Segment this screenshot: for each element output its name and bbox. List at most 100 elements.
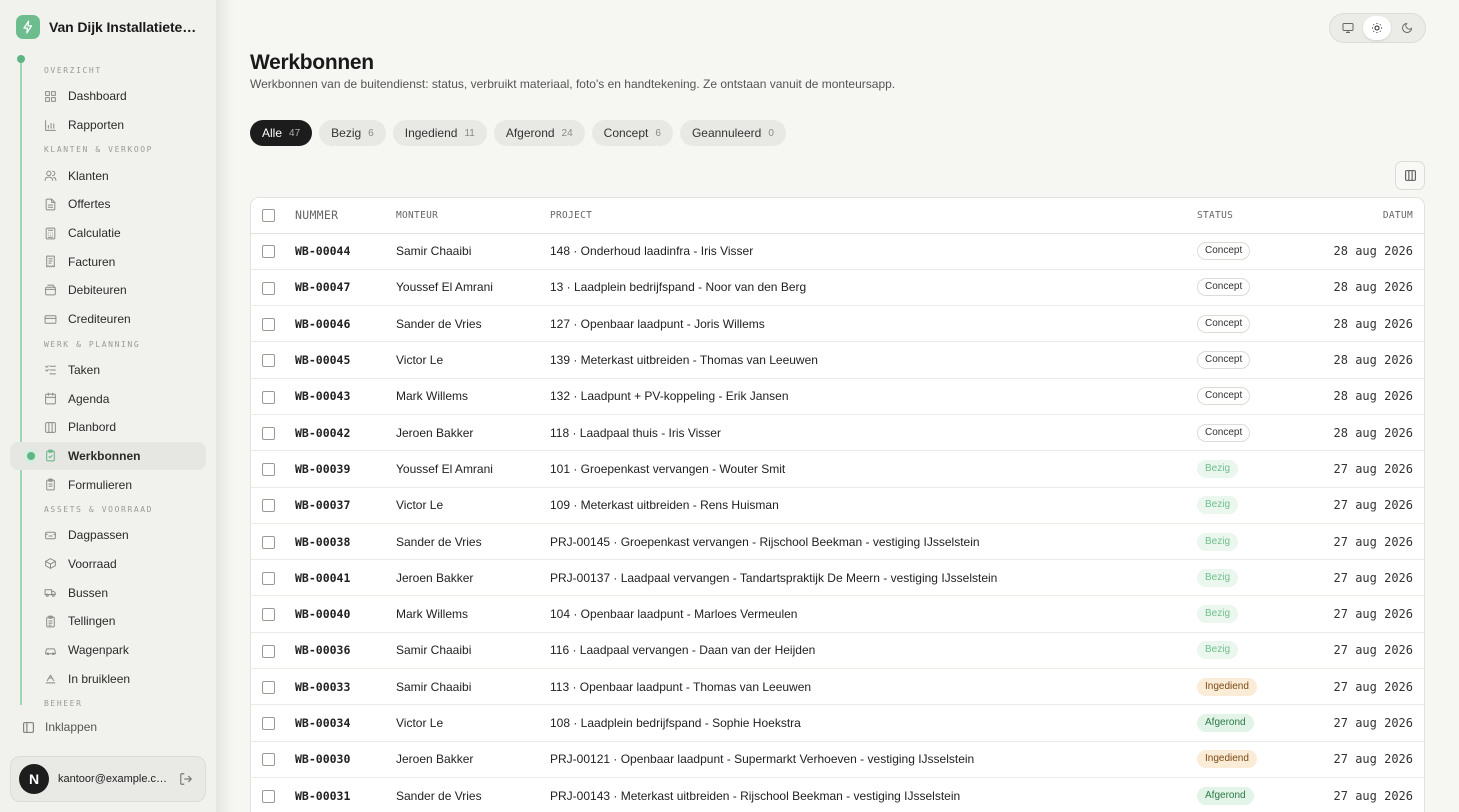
nummer-cell[interactable]: WB-00043 bbox=[295, 378, 396, 414]
table-row[interactable]: WB-00030 Jeroen Bakker PRJ-00121 · Openbaa… bbox=[251, 741, 1424, 778]
table-row[interactable]: WB-00031 Sander de Vries PRJ-00143 · Meter… bbox=[251, 777, 1424, 812]
col-project[interactable]: PROJECT bbox=[550, 198, 1197, 234]
sidebar-item-in-bruikleen[interactable]: In bruikleen bbox=[0, 664, 216, 693]
status-badge: Ingediend bbox=[1197, 750, 1257, 769]
collapse-button[interactable]: Inklappen bbox=[22, 720, 97, 734]
table-row[interactable]: WB-00047 Youssef El Amrani 13 · Laadplein … bbox=[251, 269, 1424, 306]
table-row[interactable]: WB-00038 Sander de Vries PRJ-00145 · Groep… bbox=[251, 523, 1424, 560]
nummer-cell[interactable]: WB-00044 bbox=[295, 233, 396, 269]
row-checkbox[interactable] bbox=[262, 390, 275, 404]
tab-afgerond[interactable]: Afgerond 24 bbox=[493, 120, 585, 146]
sidebar-item-rapporten[interactable]: Rapporten bbox=[0, 111, 216, 140]
table-row[interactable]: WB-00034 Victor Le 108 · Laadplein bedrijf… bbox=[251, 705, 1424, 742]
table-row[interactable]: WB-00033 Samir Chaaibi 113 · Openbaar laad… bbox=[251, 669, 1424, 705]
col-monteur[interactable]: MONTEUR bbox=[396, 198, 550, 234]
nummer-cell[interactable]: WB-00033 bbox=[295, 669, 396, 705]
row-checkbox[interactable] bbox=[262, 281, 275, 295]
monitor-icon[interactable] bbox=[1334, 16, 1362, 40]
sidebar-item-dagpassen[interactable]: Dagpassen bbox=[0, 521, 216, 550]
table-row[interactable]: WB-00041 Jeroen Bakker PRJ-00137 · Laadpaa… bbox=[251, 560, 1424, 596]
row-checkbox[interactable] bbox=[262, 680, 275, 694]
table-row[interactable]: WB-00044 Samir Chaaibi 148 · Onderhoud laa… bbox=[251, 233, 1424, 270]
table-row[interactable]: WB-00036 Samir Chaaibi 116 · Laadpaal verv… bbox=[251, 632, 1424, 669]
row-checkbox[interactable] bbox=[262, 608, 275, 622]
invoice-icon bbox=[44, 255, 57, 268]
table-row[interactable]: WB-00045 Victor Le 139 · Meterkast uitbrei… bbox=[251, 342, 1424, 379]
row-checkbox[interactable] bbox=[262, 789, 275, 803]
status-cell: Concept bbox=[1197, 414, 1307, 450]
nummer-cell[interactable]: WB-00041 bbox=[295, 560, 396, 596]
table-row[interactable]: WB-00042 Jeroen Bakker 118 · Laadpaal thui… bbox=[251, 414, 1424, 451]
nummer-cell[interactable]: WB-00040 bbox=[295, 596, 396, 632]
tab-concept[interactable]: Concept 6 bbox=[591, 120, 673, 146]
nummer-cell[interactable]: WB-00046 bbox=[295, 306, 396, 342]
nummer-cell[interactable]: WB-00036 bbox=[295, 632, 396, 668]
tab-bezig[interactable]: Bezig 6 bbox=[319, 120, 386, 146]
table-row[interactable]: WB-00046 Sander de Vries 127 · Openbaar la… bbox=[251, 306, 1424, 342]
row-checkbox[interactable] bbox=[262, 717, 275, 731]
sidebar-item-crediteuren[interactable]: Crediteuren bbox=[0, 305, 216, 334]
nummer-cell[interactable]: WB-00045 bbox=[295, 342, 396, 378]
tab-alle[interactable]: Alle 47 bbox=[250, 120, 313, 146]
nummer-cell[interactable]: WB-00037 bbox=[295, 487, 396, 523]
sidebar-item-calculatie[interactable]: Calculatie bbox=[0, 219, 216, 248]
columns-button[interactable] bbox=[1395, 161, 1425, 190]
table-row[interactable]: WB-00037 Victor Le 109 · Meterkast uitbrei… bbox=[251, 487, 1424, 524]
form-icon bbox=[44, 478, 57, 491]
col-status[interactable]: STATUS bbox=[1197, 198, 1307, 234]
sidebar-item-klanten[interactable]: Klanten bbox=[0, 161, 216, 190]
sun-icon[interactable] bbox=[1363, 16, 1392, 40]
sidebar-item-tellingen[interactable]: Tellingen bbox=[0, 607, 216, 636]
card-icon bbox=[44, 313, 57, 326]
select-all-checkbox[interactable] bbox=[262, 208, 275, 222]
brand[interactable]: Van Dijk Installatietechniek bbox=[16, 15, 199, 39]
row-checkbox[interactable] bbox=[262, 571, 275, 585]
table-row[interactable]: WB-00039 Youssef El Amrani 101 · Groepenka… bbox=[251, 451, 1424, 488]
monteur-cell: Jeroen Bakker bbox=[396, 752, 474, 767]
row-checkbox[interactable] bbox=[262, 426, 275, 440]
tab-ingediend[interactable]: Ingediend 11 bbox=[392, 120, 487, 146]
nummer-cell[interactable]: WB-00034 bbox=[295, 705, 396, 741]
moon-icon[interactable] bbox=[1393, 16, 1421, 40]
status-badge: Concept bbox=[1197, 387, 1251, 406]
row-checkbox[interactable] bbox=[262, 463, 275, 477]
row-checkbox[interactable] bbox=[262, 535, 275, 549]
logout-icon[interactable] bbox=[179, 772, 193, 786]
row-checkbox[interactable] bbox=[262, 245, 275, 259]
nummer-cell[interactable]: WB-00031 bbox=[295, 777, 396, 812]
col-datum[interactable]: DATUM bbox=[1307, 198, 1424, 234]
status-badge: Afgerond bbox=[1197, 714, 1254, 732]
sidebar-item-planbord[interactable]: Planbord bbox=[0, 413, 216, 442]
sidebar-item-agenda[interactable]: Agenda bbox=[0, 384, 216, 413]
sidebar-item-debiteuren[interactable]: Debiteuren bbox=[0, 276, 216, 305]
sidebar-item-label: Planbord bbox=[68, 420, 117, 435]
row-checkbox[interactable] bbox=[262, 499, 275, 513]
sidebar-item-taken[interactable]: Taken bbox=[0, 356, 216, 385]
table-row[interactable]: WB-00043 Mark Willems 132 · Laadpunt + PV-… bbox=[251, 378, 1424, 415]
row-checkbox[interactable] bbox=[262, 644, 275, 658]
sidebar-item-wagenpark[interactable]: Wagenpark bbox=[0, 636, 216, 665]
columns-icon bbox=[1404, 169, 1417, 182]
sidebar-item-werkbonnen[interactable]: Werkbonnen bbox=[10, 441, 206, 471]
sidebar-item-bussen[interactable]: Bussen bbox=[0, 578, 216, 607]
row-checkbox[interactable] bbox=[262, 753, 275, 767]
row-checkbox[interactable] bbox=[262, 354, 275, 368]
table-row[interactable]: WB-00040 Mark Willems 104 · Openbaar laadp… bbox=[251, 596, 1424, 633]
user-menu[interactable]: N kantoor@example.com bbox=[10, 756, 206, 802]
nummer-cell[interactable]: WB-00042 bbox=[295, 414, 396, 450]
nummer-cell[interactable]: WB-00039 bbox=[295, 451, 396, 487]
sidebar-item-facturen[interactable]: Facturen bbox=[0, 247, 216, 276]
tab-geannuleerd[interactable]: Geannuleerd 0 bbox=[679, 120, 786, 146]
sidebar-item-label: Offertes bbox=[68, 197, 111, 212]
status-cell: Concept bbox=[1197, 306, 1307, 342]
sidebar-item-offertes[interactable]: Offertes bbox=[0, 190, 216, 219]
sidebar-item-voorraad[interactable]: Voorraad bbox=[0, 550, 216, 579]
nummer-cell[interactable]: WB-00038 bbox=[295, 523, 396, 559]
col-nummer[interactable]: NUMMER bbox=[295, 198, 396, 234]
row-select-cell bbox=[251, 523, 295, 559]
sidebar-item-formulieren[interactable]: Formulieren bbox=[0, 470, 216, 499]
nummer-cell[interactable]: WB-00047 bbox=[295, 269, 396, 305]
row-checkbox[interactable] bbox=[262, 317, 275, 331]
nummer-cell[interactable]: WB-00030 bbox=[295, 741, 396, 777]
sidebar-item-dashboard[interactable]: Dashboard bbox=[0, 82, 216, 111]
